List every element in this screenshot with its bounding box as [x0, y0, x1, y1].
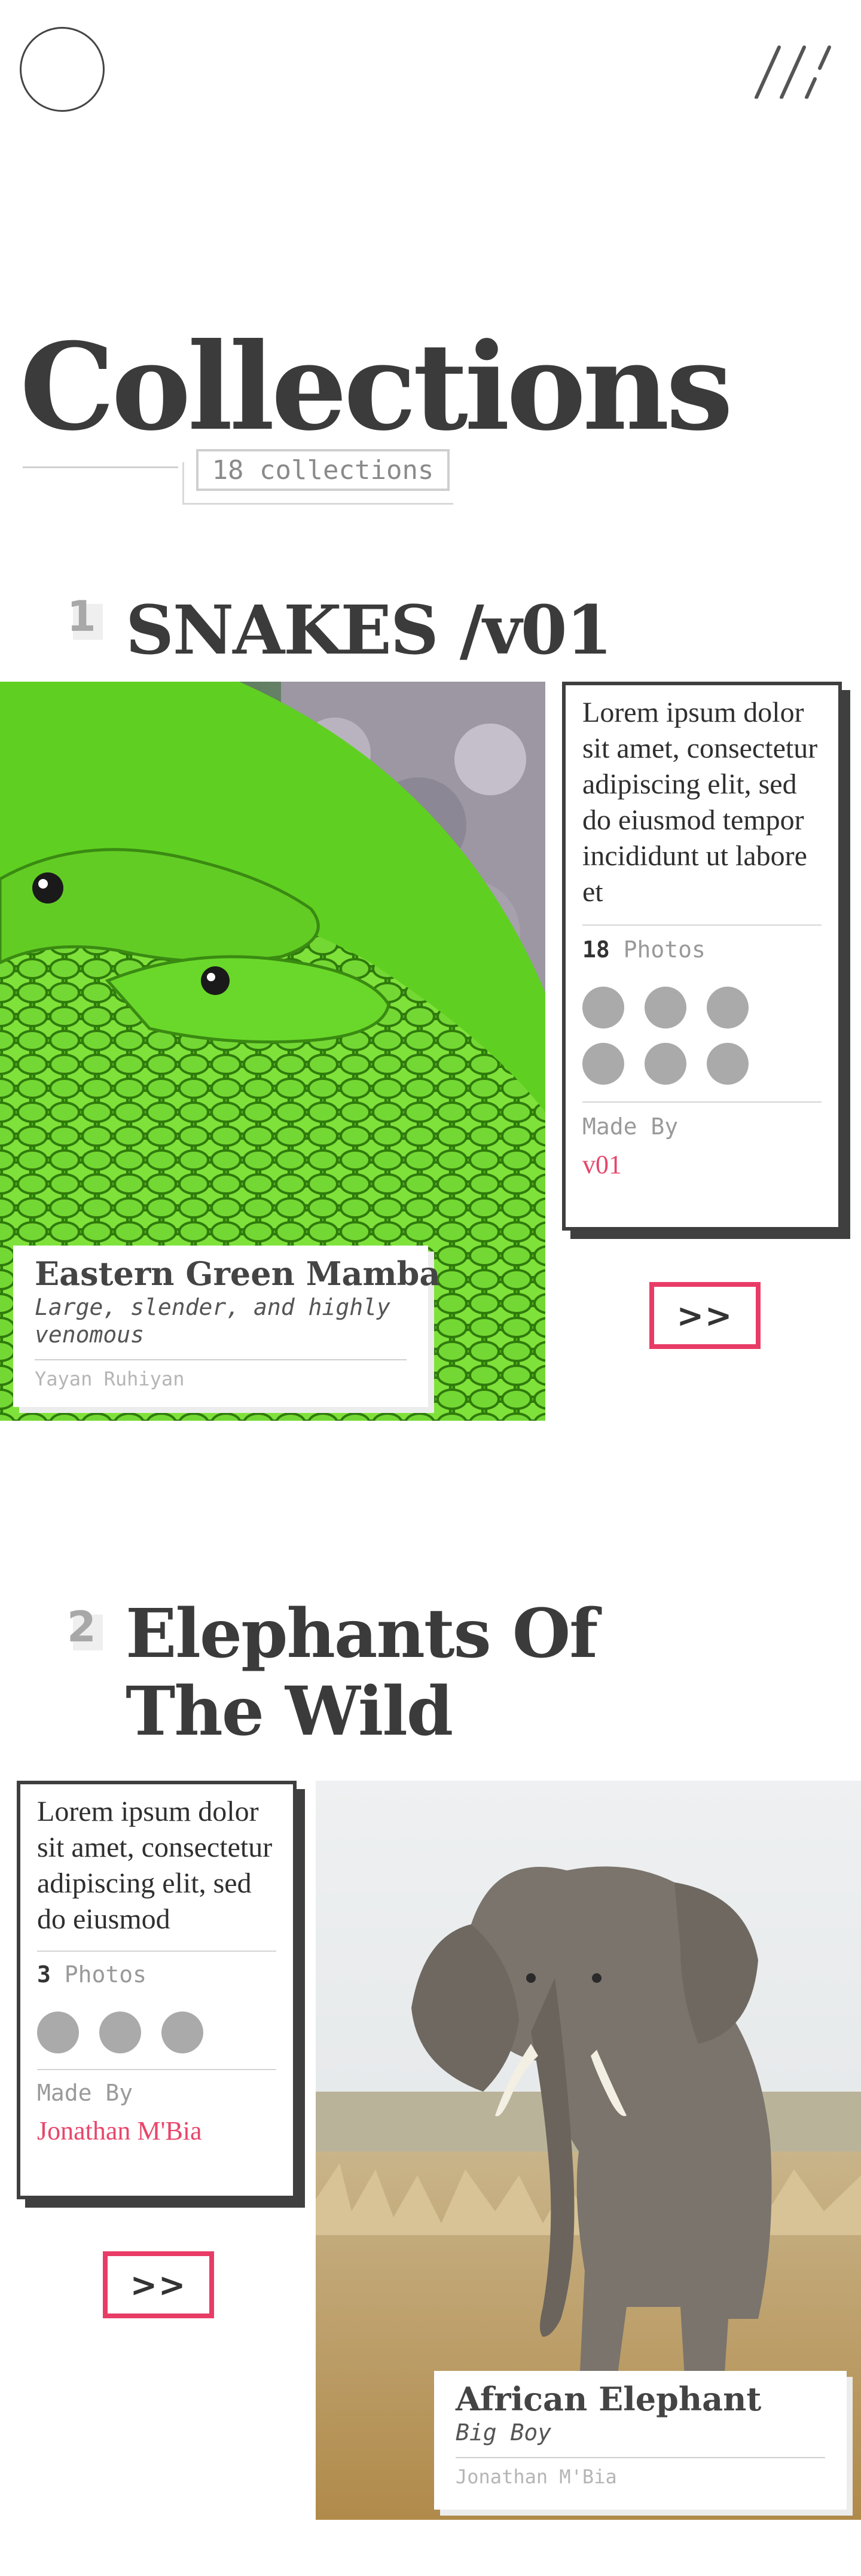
section-number: 2 [67, 1603, 96, 1652]
caption-description: Large, slender, and highly venomous [35, 1294, 390, 1348]
photo-thumbnail[interactable] [707, 987, 749, 1028]
count-badge: 18 collections [196, 449, 450, 491]
caption-author: Jonathan M'Bia [456, 2465, 617, 2488]
caption-description: Big Boy [456, 2419, 552, 2446]
photo-count: 18 Photos [582, 936, 706, 963]
made-by-value[interactable]: v01 [582, 1149, 822, 1180]
made-by-label: Made By [37, 2080, 133, 2106]
page-title: Collections [20, 317, 733, 457]
card-divider [582, 1101, 822, 1103]
photo-thumbnail[interactable] [37, 2012, 79, 2053]
caption-title: Eastern Green Mamba [35, 1255, 441, 1293]
avatar[interactable] [20, 27, 105, 112]
next-button[interactable]: >> [649, 1282, 761, 1349]
made-by-label: Made By [582, 1113, 679, 1140]
menu-slashes-icon[interactable] [750, 45, 840, 99]
title-divider [23, 466, 178, 468]
caption-author: Yayan Ruhiyan [35, 1368, 185, 1390]
collection-description: Lorem ipsum dolor sit amet, consectetur … [37, 1796, 273, 1935]
photo-thumbnail[interactable] [582, 1043, 624, 1085]
section-title[interactable]: Elephants Of The Wild [126, 1595, 723, 1751]
photo-caption: African Elephant Big Boy Jonathan M'Bia [434, 2371, 847, 2510]
collection-info-card: Lorem ipsum dolor sit amet, consectetur … [17, 1781, 297, 2199]
caption-title: African Elephant [456, 2380, 762, 2418]
card-divider [37, 2069, 276, 2070]
made-by-value[interactable]: Jonathan M'Bia [37, 2116, 276, 2146]
card-divider [582, 924, 822, 926]
photo-thumbnail[interactable] [582, 987, 624, 1028]
collection-info-card: Lorem ipsum dolor sit amet, consectetur … [562, 682, 842, 1231]
photo-thumbnail[interactable] [99, 2012, 141, 2053]
photo-thumbnail[interactable] [645, 987, 686, 1028]
photo-thumbnail[interactable] [161, 2012, 203, 2053]
photo-thumbnail[interactable] [707, 1043, 749, 1085]
caption-divider [456, 2457, 825, 2458]
photo-thumbnail[interactable] [645, 1043, 686, 1085]
section-title[interactable]: SNAKES /v01 [126, 592, 613, 670]
caption-divider [35, 1359, 407, 1360]
card-divider [37, 1951, 276, 1952]
photo-count: 3 Photos [37, 1961, 147, 1988]
collection-description: Lorem ipsum dolor sit amet, consectetur … [582, 697, 818, 908]
section-number: 1 [67, 592, 96, 641]
photo-caption: Eastern Green Mamba Large, slender, and … [13, 1246, 441, 1407]
thumbnail-grid [582, 987, 822, 1085]
next-button[interactable]: >> [103, 2251, 214, 2318]
thumbnail-grid [37, 2012, 276, 2053]
